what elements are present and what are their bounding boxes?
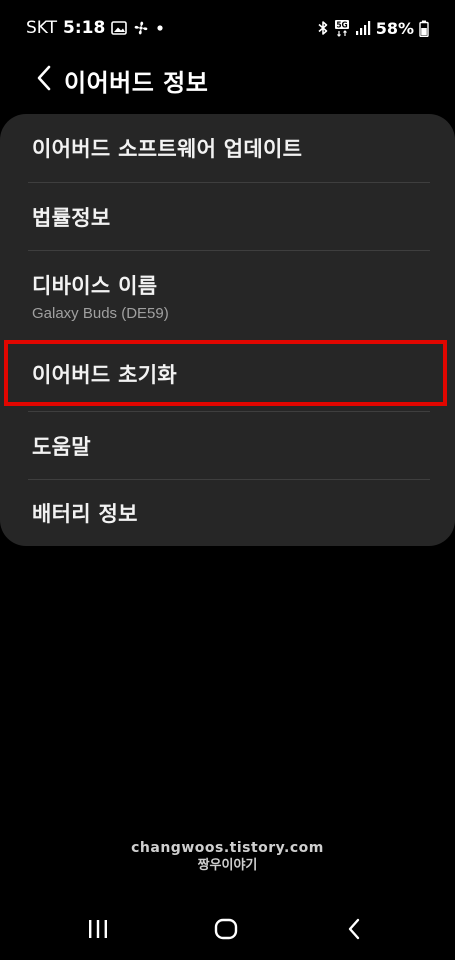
recent-apps-icon bbox=[87, 919, 109, 943]
back-button[interactable] bbox=[0, 56, 60, 104]
watermark-url: changwoos.tistory.com bbox=[131, 840, 324, 856]
nav-back-button[interactable] bbox=[334, 914, 374, 948]
menu-item-label: 배터리 정보 bbox=[32, 502, 138, 526]
menu-item-help[interactable]: 도움말 bbox=[0, 412, 455, 479]
home-icon bbox=[214, 918, 238, 944]
dot-icon bbox=[155, 19, 165, 37]
menu-item-label: 디바이스 이름 bbox=[32, 274, 158, 298]
fan-icon bbox=[133, 19, 149, 37]
menu-item-label: 도움말 bbox=[32, 434, 91, 459]
battery-percent: 58% bbox=[375, 18, 414, 38]
carrier-label: SKT bbox=[26, 18, 58, 38]
navigation-bar bbox=[0, 900, 455, 960]
battery-icon bbox=[419, 19, 429, 37]
menu-item-label: 이어버드 초기화 bbox=[32, 363, 177, 387]
menu-item-label: 법률정보 bbox=[32, 205, 111, 230]
recent-apps-button[interactable] bbox=[78, 914, 118, 948]
menu-item-label: 이어버드 소프트웨어 업데이트 bbox=[32, 137, 303, 161]
svg-text:5G: 5G bbox=[336, 20, 347, 29]
menu-item-legal-info[interactable]: 법률정보 bbox=[0, 183, 455, 250]
clock: 5:18 bbox=[63, 18, 106, 38]
home-button[interactable] bbox=[206, 914, 246, 948]
chevron-left-icon bbox=[36, 65, 52, 95]
back-icon bbox=[347, 918, 361, 944]
page-title: 이어버드 정보 bbox=[64, 68, 209, 97]
signal-icon bbox=[355, 19, 371, 37]
status-left: SKT 5:18 bbox=[26, 18, 165, 38]
bluetooth-icon bbox=[317, 19, 329, 37]
app-header: 이어버드 정보 bbox=[0, 56, 455, 104]
menu-item-device-name[interactable]: 디바이스 이름 Galaxy Buds (DE59) bbox=[0, 251, 455, 341]
menu-item-battery-info[interactable]: 배터리 정보 bbox=[0, 480, 455, 546]
image-icon bbox=[111, 19, 128, 37]
5g-icon: 5G bbox=[334, 19, 350, 37]
watermark: changwoos.tistory.com 짱우이야기 bbox=[0, 840, 455, 874]
status-bar: SKT 5:18 5G 58% bbox=[0, 0, 455, 56]
menu-item-software-update[interactable]: 이어버드 소프트웨어 업데이트 bbox=[0, 114, 455, 182]
device-name-value: Galaxy Buds (DE59) bbox=[32, 305, 169, 322]
menu-item-reset-earbuds[interactable]: 이어버드 초기화 bbox=[0, 344, 455, 404]
settings-card: 이어버드 소프트웨어 업데이트 법률정보 디바이스 이름 Galaxy Buds… bbox=[0, 114, 455, 546]
watermark-blog-name: 짱우이야기 bbox=[197, 858, 258, 873]
status-right: 5G 58% bbox=[317, 19, 429, 38]
